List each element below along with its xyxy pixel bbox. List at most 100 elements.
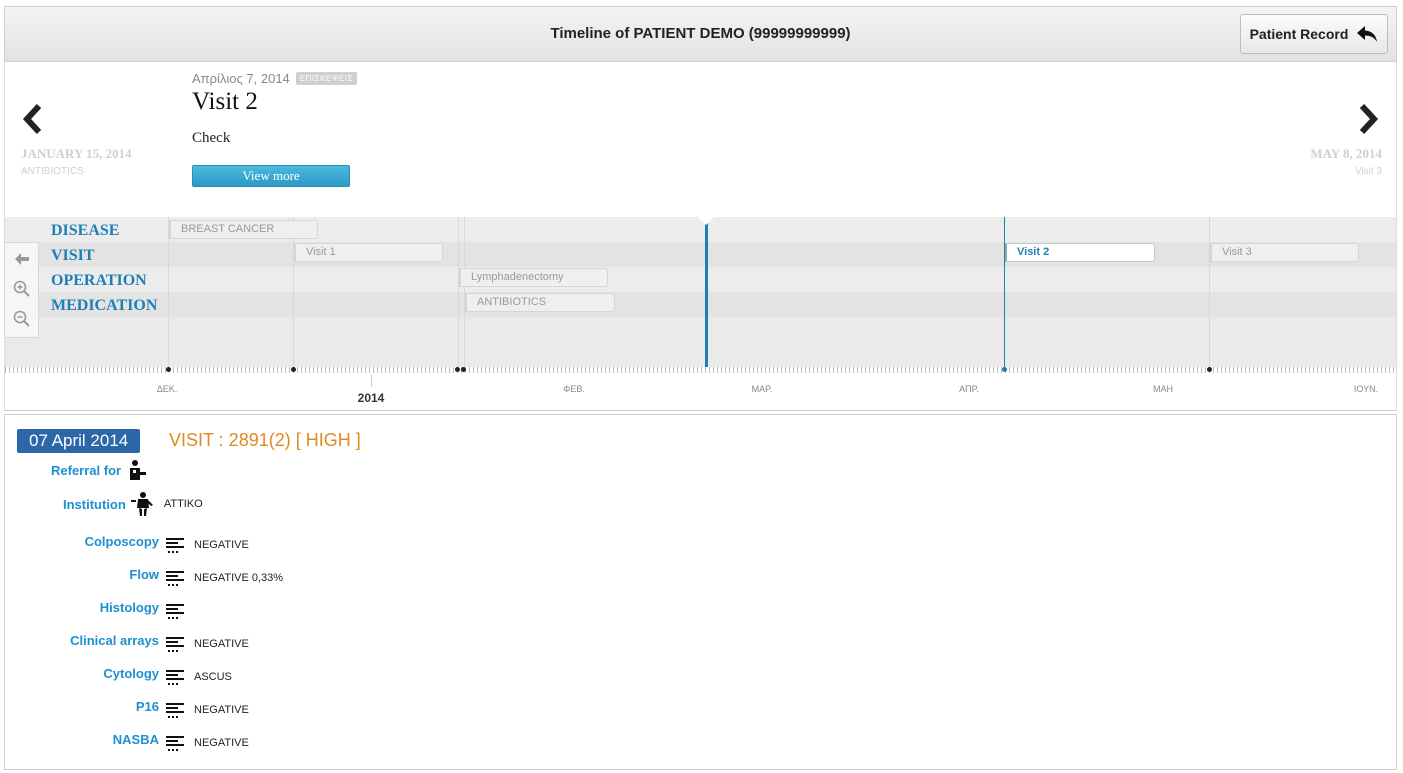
field-value-nasba: NEGATIVE	[194, 737, 249, 749]
field-value-p16: NEGATIVE	[194, 704, 249, 716]
back-icon[interactable]	[12, 249, 32, 269]
marker-visit-2[interactable]: Visit 2	[1004, 243, 1155, 262]
field-label-colposcopy: Colposcopy	[84, 534, 159, 549]
month-label: ΜΑΗ	[1153, 384, 1173, 394]
patient-record-button[interactable]: Patient Record	[1240, 14, 1388, 54]
field-label-flow: Flow	[129, 567, 159, 582]
field-value-row-p16: NEGATIVE	[164, 699, 249, 721]
previous-event-subtitle: ANTIBIOTICS	[21, 166, 84, 177]
category-visit: VISIT	[51, 247, 95, 264]
visit-date-badge: 07 April 2014	[17, 429, 141, 453]
field-value-flow: NEGATIVE 0,33%	[194, 572, 284, 584]
event-dot	[461, 367, 466, 372]
next-event-date: MAY 8, 2014	[1310, 146, 1382, 161]
band-visit	[5, 242, 1396, 267]
field-row-cytology: Cytology	[103, 666, 159, 681]
zoom-in-icon[interactable]	[12, 279, 32, 299]
field-label-cytology: Cytology	[103, 666, 159, 681]
month-label: ΙΟΥΝ.	[1353, 384, 1379, 394]
text-lines-icon	[166, 736, 184, 751]
band-medication	[5, 292, 1396, 317]
visit-details-panel: 07 April 2014 VISIT : 2891(2) [ HIGH ] R…	[4, 414, 1397, 770]
referral-row: Referral for	[51, 459, 149, 481]
category-disease: DISEASE	[51, 222, 120, 239]
field-value-clinical-arrays: NEGATIVE	[194, 638, 249, 650]
event-dot	[455, 367, 460, 372]
field-row-flow: Flow	[129, 567, 159, 582]
event-dot	[291, 367, 296, 372]
month-label: ΔΕΚ.	[156, 384, 178, 394]
timeline-navigator[interactable]: DISEASE VISIT OPERATION MEDICATION BREAS…	[4, 217, 1397, 367]
previous-event-date: JANUARY 15, 2014	[21, 146, 132, 161]
text-lines-icon	[166, 703, 184, 718]
field-value-cytology: ASCUS	[194, 671, 232, 683]
text-lines-icon	[166, 571, 184, 586]
ruler-ticks	[5, 367, 1396, 373]
field-row-histology: Histology	[100, 600, 159, 615]
marker-lymphadenectomy[interactable]: Lymphadenectomy	[458, 268, 608, 287]
story-card: Απρίλιος 7, 2014 ΕΠΙΣΚΕΨΕΙΣ Visit 2 Chec…	[192, 71, 792, 187]
timeline-ruler[interactable]: ΔΕΚ. 2014 ΦΕΒ. ΜΑΡ. ΑΠΡ. ΜΑΗ ΙΟΥΝ.	[4, 367, 1397, 411]
previous-event-preview[interactable]: JANUARY 15, 2014 ANTIBIOTICS	[21, 146, 141, 177]
doctor-icon	[130, 460, 147, 480]
month-label: ΜΑΡ.	[751, 384, 773, 394]
field-label-histology: Histology	[99, 600, 159, 615]
text-lines-icon	[166, 538, 184, 553]
institution-value: ATTIKO	[163, 498, 203, 510]
marker-breast-cancer[interactable]: BREAST CANCER	[168, 220, 318, 239]
field-label-nasba: NASBA	[112, 732, 159, 747]
field-value-row-colposcopy: NEGATIVE	[164, 534, 249, 556]
institution-row: Institution ATTIKO	[63, 491, 203, 517]
page-title: Timeline of PATIENT DEMO (99999999999)	[550, 25, 851, 42]
current-position-line	[705, 217, 708, 367]
next-event-preview[interactable]: MAY 8, 2014 Visit 3	[1262, 146, 1382, 177]
field-row-colposcopy: Colposcopy	[85, 534, 159, 549]
next-arrow-icon[interactable]	[1354, 102, 1382, 136]
grid-line	[1209, 217, 1210, 367]
field-value-row-flow: NEGATIVE 0,33%	[164, 567, 283, 589]
header-bar: Timeline of PATIENT DEMO (99999999999) P…	[4, 6, 1397, 62]
field-value-row-histology	[164, 600, 194, 622]
field-value-row-cytology: ASCUS	[164, 666, 232, 688]
story-date-row: Απρίλιος 7, 2014 ΕΠΙΣΚΕΨΕΙΣ	[192, 71, 792, 86]
previous-arrow-icon[interactable]	[19, 102, 47, 136]
band-operation	[5, 267, 1396, 292]
timeline-controls	[5, 242, 39, 338]
marker-visit-1[interactable]: Visit 1	[293, 243, 443, 262]
selected-event-line	[1004, 217, 1005, 367]
story-date: Απρίλιος 7, 2014	[192, 71, 290, 86]
year-divider	[371, 375, 372, 387]
text-lines-icon	[166, 670, 184, 685]
story-slider: JANUARY 15, 2014 ANTIBIOTICS Απρίλιος 7,…	[4, 62, 1397, 217]
month-label: ΦΕΒ.	[563, 384, 585, 394]
field-row-nasba: NASBA	[113, 732, 159, 747]
zoom-out-icon[interactable]	[12, 309, 32, 329]
referral-label: Referral for	[51, 462, 122, 478]
field-row-clinical-arrays: Clinical arrays	[70, 633, 159, 648]
field-label-clinical-arrays: Clinical arrays	[70, 633, 159, 648]
text-lines-icon	[166, 637, 184, 652]
marker-visit-3[interactable]: Visit 3	[1209, 243, 1359, 262]
text-lines-icon	[166, 604, 184, 619]
institution-label: Institution	[63, 496, 126, 512]
event-dot	[1207, 367, 1212, 372]
grid-line	[293, 217, 294, 367]
reply-arrow-icon	[1357, 26, 1378, 42]
marker-antibiotics[interactable]: ANTIBIOTICS	[464, 293, 615, 312]
field-value-row-clinical-arrays: NEGATIVE	[164, 633, 249, 655]
grid-line	[458, 217, 459, 367]
event-dot-selected	[1002, 367, 1007, 372]
story-tag: ΕΠΙΣΚΕΨΕΙΣ	[295, 72, 357, 85]
field-value-row-nasba: NEGATIVE	[164, 732, 249, 754]
grid-line	[464, 217, 465, 367]
year-label: 2014	[357, 391, 385, 405]
field-label-p16: P16	[135, 699, 159, 714]
current-position-notch	[698, 217, 714, 225]
view-more-button[interactable]: View more	[192, 165, 350, 187]
patient-record-label: Patient Record	[1249, 26, 1349, 42]
hospital-person-icon	[130, 492, 153, 516]
category-medication: MEDICATION	[51, 297, 158, 314]
visit-title: VISIT : 2891(2) [ HIGH ]	[169, 430, 361, 450]
event-dot	[166, 367, 171, 372]
field-row-p16: P16	[136, 699, 159, 714]
